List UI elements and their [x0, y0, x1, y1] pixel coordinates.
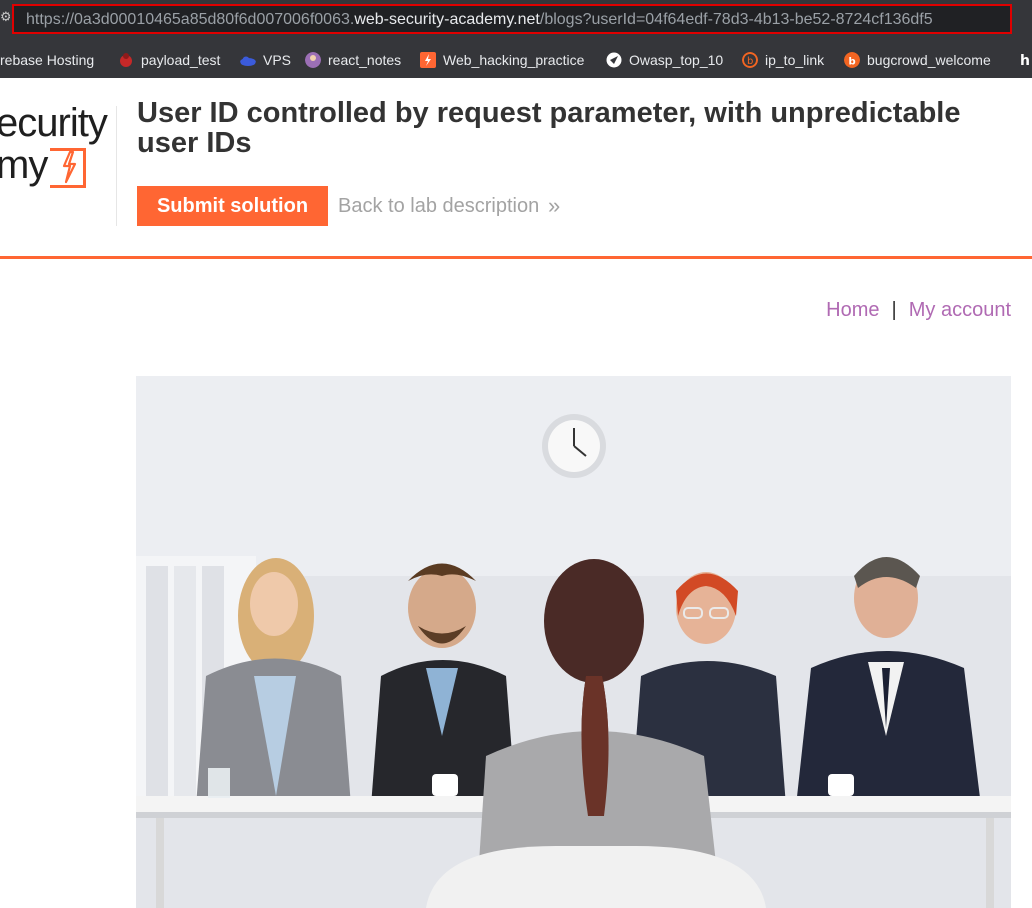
bookmark-label: bugcrowd_welcome — [867, 52, 991, 68]
url-prefix: https://0a3d00010465a85d80f6d007006f0063… — [26, 11, 355, 28]
submit-solution-button[interactable]: Submit solution — [137, 186, 328, 226]
browser-chrome: ⚙ https://0a3d00010465a85d80f6d007006f00… — [0, 0, 1032, 78]
bookmark-label: VPS — [263, 52, 292, 68]
lab-title: User ID controlled by request parameter,… — [137, 97, 961, 159]
top-nav: Home | My account — [826, 298, 1011, 322]
header-divider — [116, 106, 117, 226]
compass-icon — [606, 52, 622, 68]
bugcrowd-icon: b — [844, 52, 860, 68]
address-bar[interactable]: https://0a3d00010465a85d80f6d007006f0063… — [12, 4, 1012, 34]
avatar-icon — [305, 52, 321, 68]
bookmark-owasp-top-10[interactable]: Owasp_top_10 — [606, 50, 723, 70]
cloud-icon — [240, 56, 256, 66]
url-path: /blogs?userId=04f64edf-78d3-4b13-be52-87… — [539, 11, 933, 28]
bookmark-label: react_notes — [328, 52, 402, 68]
bookmark-label: rebase Hosting — [0, 52, 95, 68]
bookmark-web-hacking-practice[interactable]: Web_hacking_practice — [420, 50, 584, 70]
svg-text:b: b — [849, 57, 856, 68]
svg-text:b: b — [747, 56, 753, 67]
logo-line-1: ecurity — [0, 101, 108, 145]
bug-icon — [120, 53, 132, 67]
job-interview-illustration — [136, 376, 1011, 908]
nav-home-link[interactable]: Home — [826, 299, 879, 321]
bookmark-firebase[interactable]: rebase Hosting — [0, 50, 94, 70]
lightning-icon — [62, 150, 77, 184]
b-icon: b — [742, 52, 758, 68]
bookmark-overflow[interactable]: h — [1018, 50, 1032, 70]
bookmarks-bar: rebase Hosting payload_test VPS react_no… — [0, 42, 1032, 78]
nav-separator: | — [891, 299, 897, 321]
bookmark-label: Owasp_top_10 — [629, 52, 724, 68]
back-to-lab-description-link[interactable]: Back to lab description — [338, 194, 539, 218]
nav-my-account-link[interactable]: My account — [909, 299, 1011, 321]
url-host: web-security-academy.net — [354, 11, 540, 28]
svg-text:h: h — [1020, 53, 1030, 68]
bookmark-label: ip_to_link — [765, 52, 825, 68]
bookmark-vps[interactable]: VPS — [240, 50, 291, 70]
lab-page: ecurity my User ID controlled by request… — [0, 78, 1032, 908]
bookmark-ip-to-link[interactable]: b ip_to_link — [742, 50, 824, 70]
address-bar-row: ⚙ https://0a3d00010465a85d80f6d007006f00… — [0, 0, 1032, 38]
bookmark-react-notes[interactable]: react_notes — [305, 50, 401, 70]
bookmark-bugcrowd-welcome[interactable]: b bugcrowd_welcome — [844, 50, 991, 70]
bookmark-label: payload_test — [141, 52, 221, 68]
blog-hero-image — [136, 376, 1011, 908]
bolt-icon — [420, 52, 436, 68]
header-rule — [0, 256, 1032, 259]
clock-icon — [542, 414, 606, 478]
site-info-icon[interactable]: ⚙ — [0, 10, 10, 28]
bookmark-label: Web_hacking_practice — [443, 52, 585, 68]
hackerone-icon: h — [1018, 52, 1032, 68]
url-text[interactable]: https://0a3d00010465a85d80f6d007006f0063… — [26, 10, 933, 30]
double-chevron-right-icon: » — [548, 193, 561, 218]
bookmark-payload-test[interactable]: payload_test — [118, 50, 220, 70]
